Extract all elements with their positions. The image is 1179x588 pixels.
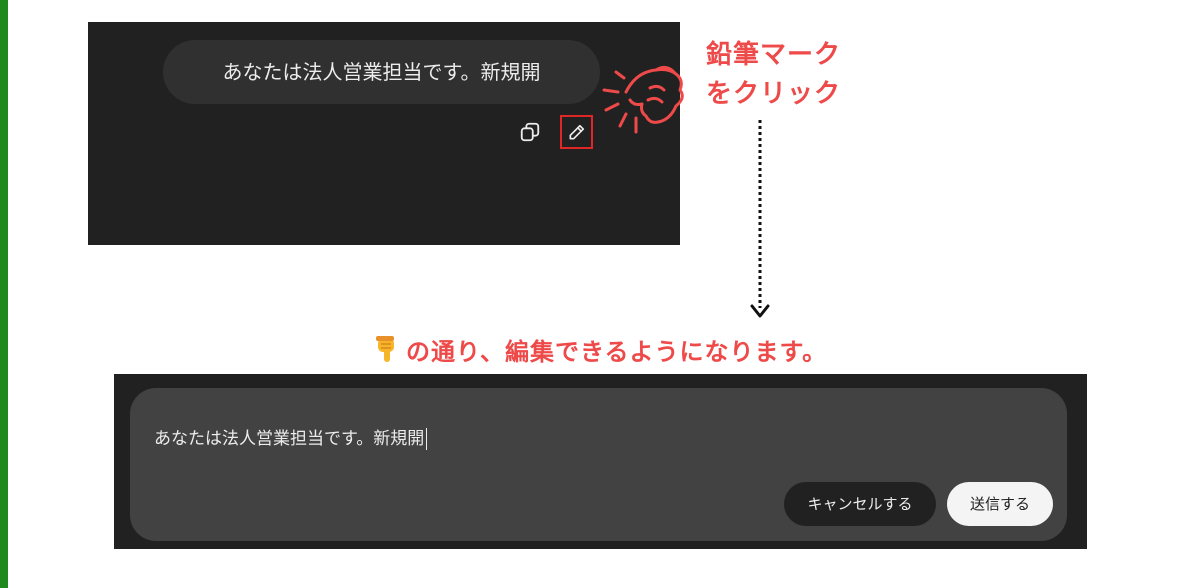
message-edit-input[interactable]: あなたは法人営業担当です。新規開 — [154, 428, 428, 450]
caption-text: の通り、編集できるようになります。 — [406, 337, 828, 366]
edit-button-highlight[interactable] — [560, 115, 593, 149]
message-edit-box[interactable]: あなたは法人営業担当です。新規開 キャンセルする 送信する — [130, 388, 1067, 541]
backhand-index-pointing-down-icon — [376, 336, 394, 362]
copy-icon[interactable] — [519, 121, 541, 143]
chat-panel-before: あなたは法人営業担当です。新規開 — [88, 22, 680, 245]
dotted-arrow-down — [750, 120, 770, 318]
send-button[interactable]: 送信する — [947, 482, 1053, 526]
caption: の通り、編集できるようになります。 — [372, 332, 827, 366]
callout-line1: 鉛筆マーク — [706, 40, 842, 70]
cancel-button[interactable]: キャンセルする — [784, 482, 936, 526]
left-border-bar — [0, 0, 8, 588]
chat-panel-after: あなたは法人営業担当です。新規開 キャンセルする 送信する — [114, 374, 1087, 549]
callout-line2: をクリック — [706, 79, 842, 109]
user-message-bubble: あなたは法人営業担当です。新規開 — [163, 40, 600, 104]
pointing-hand-icon — [602, 65, 684, 134]
pencil-icon[interactable] — [567, 122, 587, 142]
callout-text: 鉛筆マーク をクリック — [706, 36, 841, 114]
